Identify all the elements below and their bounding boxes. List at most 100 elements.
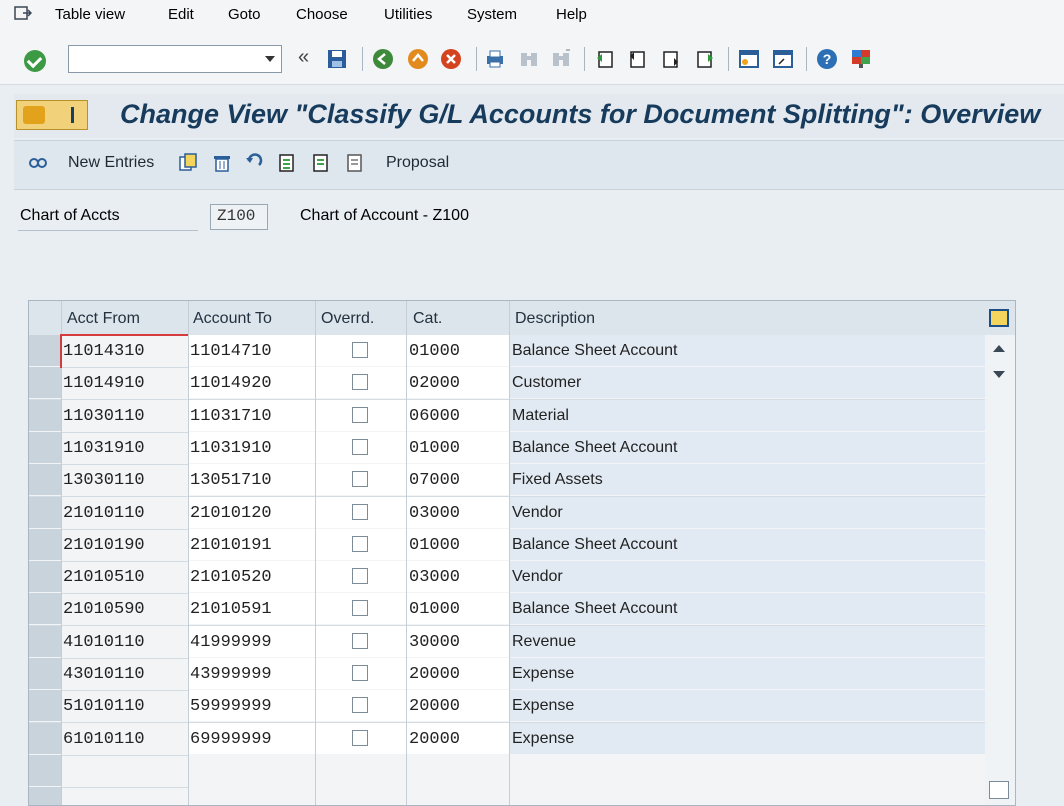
- first-page-icon[interactable]: [594, 48, 616, 70]
- overrd-checkbox[interactable]: [352, 342, 368, 358]
- cancel-icon[interactable]: [440, 48, 462, 70]
- menu-help[interactable]: Help: [556, 6, 587, 23]
- acct-from-value[interactable]: 11030110: [63, 407, 145, 426]
- menu-expand-icon[interactable]: [14, 6, 32, 20]
- overrd-checkbox[interactable]: [352, 503, 368, 520]
- account-to-value[interactable]: 69999999: [190, 730, 272, 749]
- acct-from-value[interactable]: 61010110: [63, 730, 145, 749]
- overrd-checkbox[interactable]: [352, 535, 368, 552]
- row-selector[interactable]: [29, 561, 62, 593]
- cat-value[interactable]: 20000: [409, 665, 460, 684]
- back-icon[interactable]: [372, 48, 394, 70]
- cat-value[interactable]: 01000: [409, 600, 460, 619]
- acct-from-value[interactable]: 11031910: [63, 439, 145, 458]
- cat-value[interactable]: 30000: [409, 633, 460, 652]
- row-selector[interactable]: [29, 787, 62, 805]
- scroll-down-arrow-icon[interactable]: [993, 371, 1005, 378]
- display-change-toggle-icon[interactable]: [16, 100, 88, 130]
- command-field[interactable]: [68, 45, 282, 73]
- menu-system[interactable]: System: [467, 6, 517, 23]
- account-to-value[interactable]: 21010120: [190, 504, 272, 523]
- account-to-value[interactable]: 21010520: [190, 568, 272, 587]
- select-block-icon[interactable]: [312, 153, 332, 173]
- find-icon[interactable]: [518, 48, 540, 70]
- row-selector[interactable]: [29, 464, 62, 496]
- last-page-icon[interactable]: [694, 48, 716, 70]
- menu-table-view[interactable]: Table view: [55, 6, 125, 23]
- account-to-value[interactable]: 11031710: [190, 407, 272, 426]
- account-to-value[interactable]: 21010591: [190, 600, 272, 619]
- account-to-cell[interactable]: [189, 754, 315, 786]
- overrd-checkbox[interactable]: [352, 632, 368, 649]
- account-to-value[interactable]: 43999999: [190, 665, 272, 684]
- shortcut-icon[interactable]: [772, 48, 794, 70]
- row-selector[interactable]: [29, 690, 62, 722]
- vertical-scrollbar[interactable]: [985, 335, 1015, 805]
- row-selector[interactable]: [29, 658, 62, 689]
- save-icon[interactable]: [326, 48, 348, 70]
- row-selector[interactable]: [29, 496, 62, 528]
- scroll-box-icon[interactable]: [989, 781, 1009, 799]
- row-selector[interactable]: [29, 335, 62, 366]
- acct-from-value[interactable]: 13030110: [63, 471, 145, 490]
- acct-from-value[interactable]: 43010110: [63, 665, 145, 684]
- overrd-checkbox[interactable]: [352, 729, 368, 746]
- scroll-up-arrow-icon[interactable]: [993, 345, 1005, 352]
- cat-value[interactable]: 02000: [409, 374, 460, 393]
- row-selector[interactable]: [29, 754, 62, 786]
- overrd-checkbox[interactable]: [352, 568, 368, 585]
- row-selector[interactable]: [29, 399, 62, 431]
- row-selector[interactable]: [29, 625, 62, 657]
- new-entries-button[interactable]: New Entries: [68, 154, 154, 172]
- find-next-icon[interactable]: [550, 48, 572, 70]
- collapse-chevron-icon[interactable]: «: [298, 46, 309, 69]
- acct-from-value[interactable]: 21010590: [63, 600, 145, 619]
- header-cat[interactable]: Cat.: [413, 310, 442, 328]
- overrd-checkbox[interactable]: [352, 697, 368, 714]
- row-selector[interactable]: [29, 722, 62, 754]
- dropdown-arrow-icon[interactable]: [265, 56, 275, 62]
- overrd-checkbox[interactable]: [352, 406, 368, 423]
- help-icon[interactable]: ?: [816, 48, 838, 70]
- cat-cell[interactable]: [407, 787, 509, 805]
- row-selector[interactable]: [29, 431, 62, 463]
- cat-value[interactable]: 03000: [409, 568, 460, 587]
- cat-value[interactable]: 03000: [409, 504, 460, 523]
- cat-value[interactable]: 01000: [409, 439, 460, 458]
- cat-value[interactable]: 20000: [409, 730, 460, 749]
- menu-choose[interactable]: Choose: [296, 6, 348, 23]
- chart-of-accts-field[interactable]: Z100: [210, 204, 268, 230]
- table-settings-icon[interactable]: [989, 309, 1009, 327]
- header-description[interactable]: Description: [515, 310, 595, 328]
- cat-value[interactable]: 01000: [409, 536, 460, 555]
- row-selector[interactable]: [29, 367, 62, 399]
- account-to-value[interactable]: 11014710: [190, 342, 272, 361]
- prev-page-icon[interactable]: [626, 48, 648, 70]
- overrd-checkbox[interactable]: [352, 374, 368, 391]
- overrd-checkbox[interactable]: [352, 471, 368, 488]
- header-account-to[interactable]: Account To: [193, 310, 272, 328]
- create-session-icon[interactable]: [738, 48, 760, 70]
- copy-as-icon[interactable]: [178, 153, 198, 173]
- account-to-value[interactable]: 11031910: [190, 439, 272, 458]
- account-to-value[interactable]: 59999999: [190, 697, 272, 716]
- acct-from-value[interactable]: 41010110: [63, 633, 145, 652]
- cat-value[interactable]: 07000: [409, 471, 460, 490]
- header-overrd[interactable]: Overrd.: [321, 310, 374, 328]
- next-page-icon[interactable]: [660, 48, 682, 70]
- proposal-button[interactable]: Proposal: [386, 154, 449, 172]
- overrd-checkbox[interactable]: [352, 438, 368, 455]
- acct-from-value[interactable]: 21010110: [63, 504, 145, 523]
- cat-value[interactable]: 01000: [409, 342, 460, 361]
- glasses-icon[interactable]: [28, 153, 48, 173]
- acct-from-value[interactable]: 51010110: [63, 697, 145, 716]
- cat-value[interactable]: 20000: [409, 697, 460, 716]
- account-to-cell[interactable]: [189, 787, 315, 805]
- header-acct-from[interactable]: Acct From: [67, 310, 140, 328]
- acct-from-value[interactable]: 11014910: [63, 374, 145, 393]
- menu-utilities[interactable]: Utilities: [384, 6, 432, 23]
- account-to-value[interactable]: 41999999: [190, 633, 272, 652]
- print-icon[interactable]: [484, 48, 506, 70]
- exit-icon[interactable]: [407, 48, 429, 70]
- acct-from-value[interactable]: 21010510: [63, 568, 145, 587]
